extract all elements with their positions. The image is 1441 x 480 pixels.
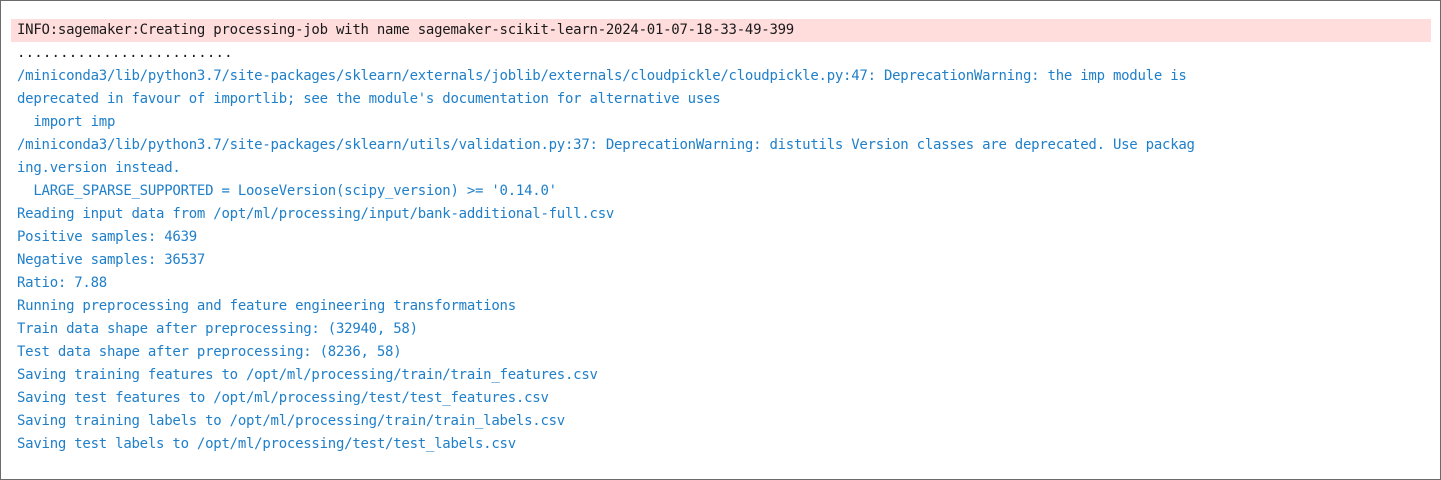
output-line: deprecated in favour of importlib; see t… (17, 91, 721, 107)
cell-output: INFO:sagemaker:Creating processing-job w… (11, 19, 1431, 456)
output-line: LARGE_SPARSE_SUPPORTED = LooseVersion(sc… (17, 183, 557, 199)
output-line: ing.version instead. (17, 160, 181, 176)
output-line: Positive samples: 4639 (17, 229, 197, 245)
output-line: /miniconda3/lib/python3.7/site-packages/… (17, 137, 1195, 153)
cell-output-frame: INFO:sagemaker:Creating processing-job w… (0, 0, 1441, 480)
output-line: /miniconda3/lib/python3.7/site-packages/… (17, 68, 1187, 84)
output-line: Test data shape after preprocessing: (82… (17, 344, 402, 360)
output-line: Train data shape after preprocessing: (3… (17, 321, 418, 337)
info-log-line: INFO:sagemaker:Creating processing-job w… (11, 19, 1431, 42)
output-line: Saving training features to /opt/ml/proc… (17, 367, 598, 383)
output-line: Running preprocessing and feature engine… (17, 298, 516, 314)
output-line: Saving training labels to /opt/ml/proces… (17, 413, 565, 429)
output-line: Negative samples: 36537 (17, 252, 206, 268)
output-line: Reading input data from /opt/ml/processi… (17, 206, 615, 222)
output-line: Saving test labels to /opt/ml/processing… (17, 436, 516, 452)
output-line: Ratio: 7.88 (17, 275, 107, 291)
output-line: Saving test features to /opt/ml/processi… (17, 390, 549, 406)
progress-dots: ......................... (17, 45, 233, 61)
output-line: import imp (17, 114, 116, 130)
